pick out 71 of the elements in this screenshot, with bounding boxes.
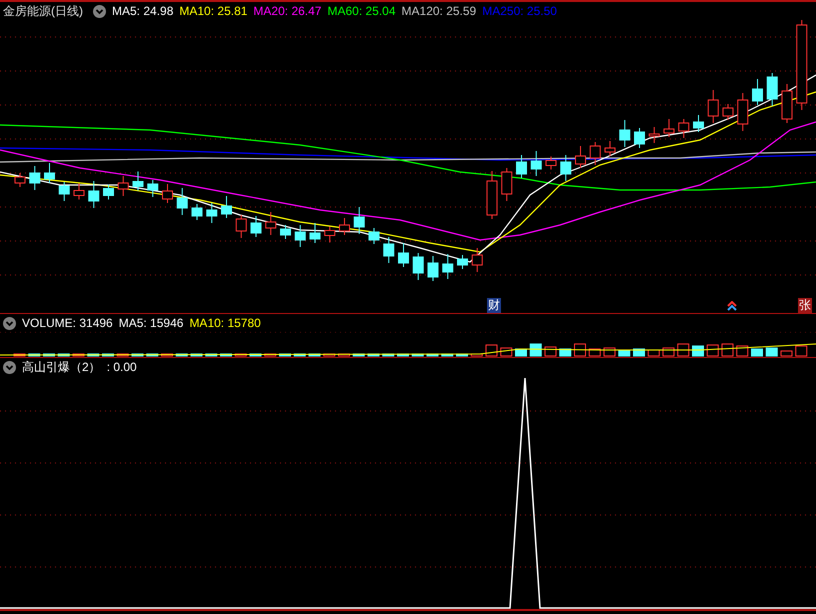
chart-title: 金房能源(日线)	[3, 2, 83, 20]
candlestick	[354, 206, 365, 234]
candlestick	[162, 184, 173, 204]
candlestick	[147, 180, 158, 198]
candlestick	[634, 128, 645, 148]
candlestick	[383, 236, 394, 264]
candlestick	[14, 172, 26, 188]
candlestick	[58, 182, 70, 202]
candlestick	[604, 140, 616, 156]
candlestick	[103, 184, 114, 200]
candlestick	[428, 256, 438, 282]
candlestick	[560, 154, 572, 182]
candlestick	[206, 202, 218, 224]
candlestick	[324, 226, 336, 243]
event-marker[interactable]: 财	[487, 298, 501, 313]
collapse-icon[interactable]	[3, 360, 16, 374]
candlestick	[708, 90, 719, 124]
candlestick	[294, 224, 306, 248]
legend-value: MA5: 15946	[118, 316, 184, 330]
candlestick	[280, 224, 291, 240]
candlestick	[250, 216, 262, 238]
candlestick	[782, 84, 792, 124]
candlestick	[29, 166, 40, 190]
candlestick	[530, 150, 542, 176]
candlestick	[516, 154, 527, 178]
double-up-arrow-icon[interactable]	[726, 301, 738, 311]
candlestick	[88, 180, 100, 208]
legend-value: MA5: 24.98	[112, 4, 174, 18]
candlestick	[236, 214, 247, 238]
candlestick	[412, 252, 424, 280]
legend-value: MA20: 26.47	[253, 4, 322, 18]
candlestick	[472, 248, 483, 272]
legend-value: MA60: 25.04	[327, 4, 396, 18]
candlestick	[619, 120, 630, 148]
candlestick	[265, 212, 276, 236]
candlestick	[368, 228, 380, 244]
candlestick	[678, 118, 690, 138]
candlestick	[693, 114, 704, 132]
candlestick	[132, 171, 144, 191]
candlestick	[590, 142, 601, 166]
candlestick	[737, 92, 748, 132]
candlestick	[722, 104, 734, 120]
candlestick	[752, 78, 763, 106]
legend-value: MA250: 25.50	[482, 4, 557, 18]
candlestick	[766, 72, 778, 106]
candlestick	[501, 168, 512, 202]
legend-value: MA10: 25.81	[179, 4, 248, 18]
candlestick	[339, 218, 350, 236]
candlestick	[575, 146, 586, 168]
candlestick	[648, 126, 660, 144]
candlestick	[457, 254, 468, 270]
candlestick	[44, 162, 55, 184]
candlestick	[176, 188, 188, 216]
collapse-icon[interactable]	[93, 4, 106, 18]
event-marker[interactable]: 张	[798, 298, 812, 313]
legend-value: VOLUME: 31496	[22, 316, 113, 330]
candlestick	[310, 222, 320, 244]
legend-value: 高山引爆（2）	[22, 358, 101, 376]
candlestick	[398, 242, 409, 268]
collapse-icon[interactable]	[3, 316, 16, 330]
candlestick	[118, 176, 129, 196]
candlestick	[664, 118, 674, 138]
candlestick	[192, 204, 202, 220]
legend-value: MA120: 25.59	[402, 4, 476, 18]
candlestick	[74, 183, 84, 200]
legend-value: : 0.00	[106, 360, 137, 374]
legend-value: MA10: 15780	[189, 316, 261, 330]
candlestick	[442, 254, 454, 280]
candlestick	[486, 170, 498, 220]
candlestick	[546, 156, 556, 170]
candlestick	[221, 196, 232, 218]
